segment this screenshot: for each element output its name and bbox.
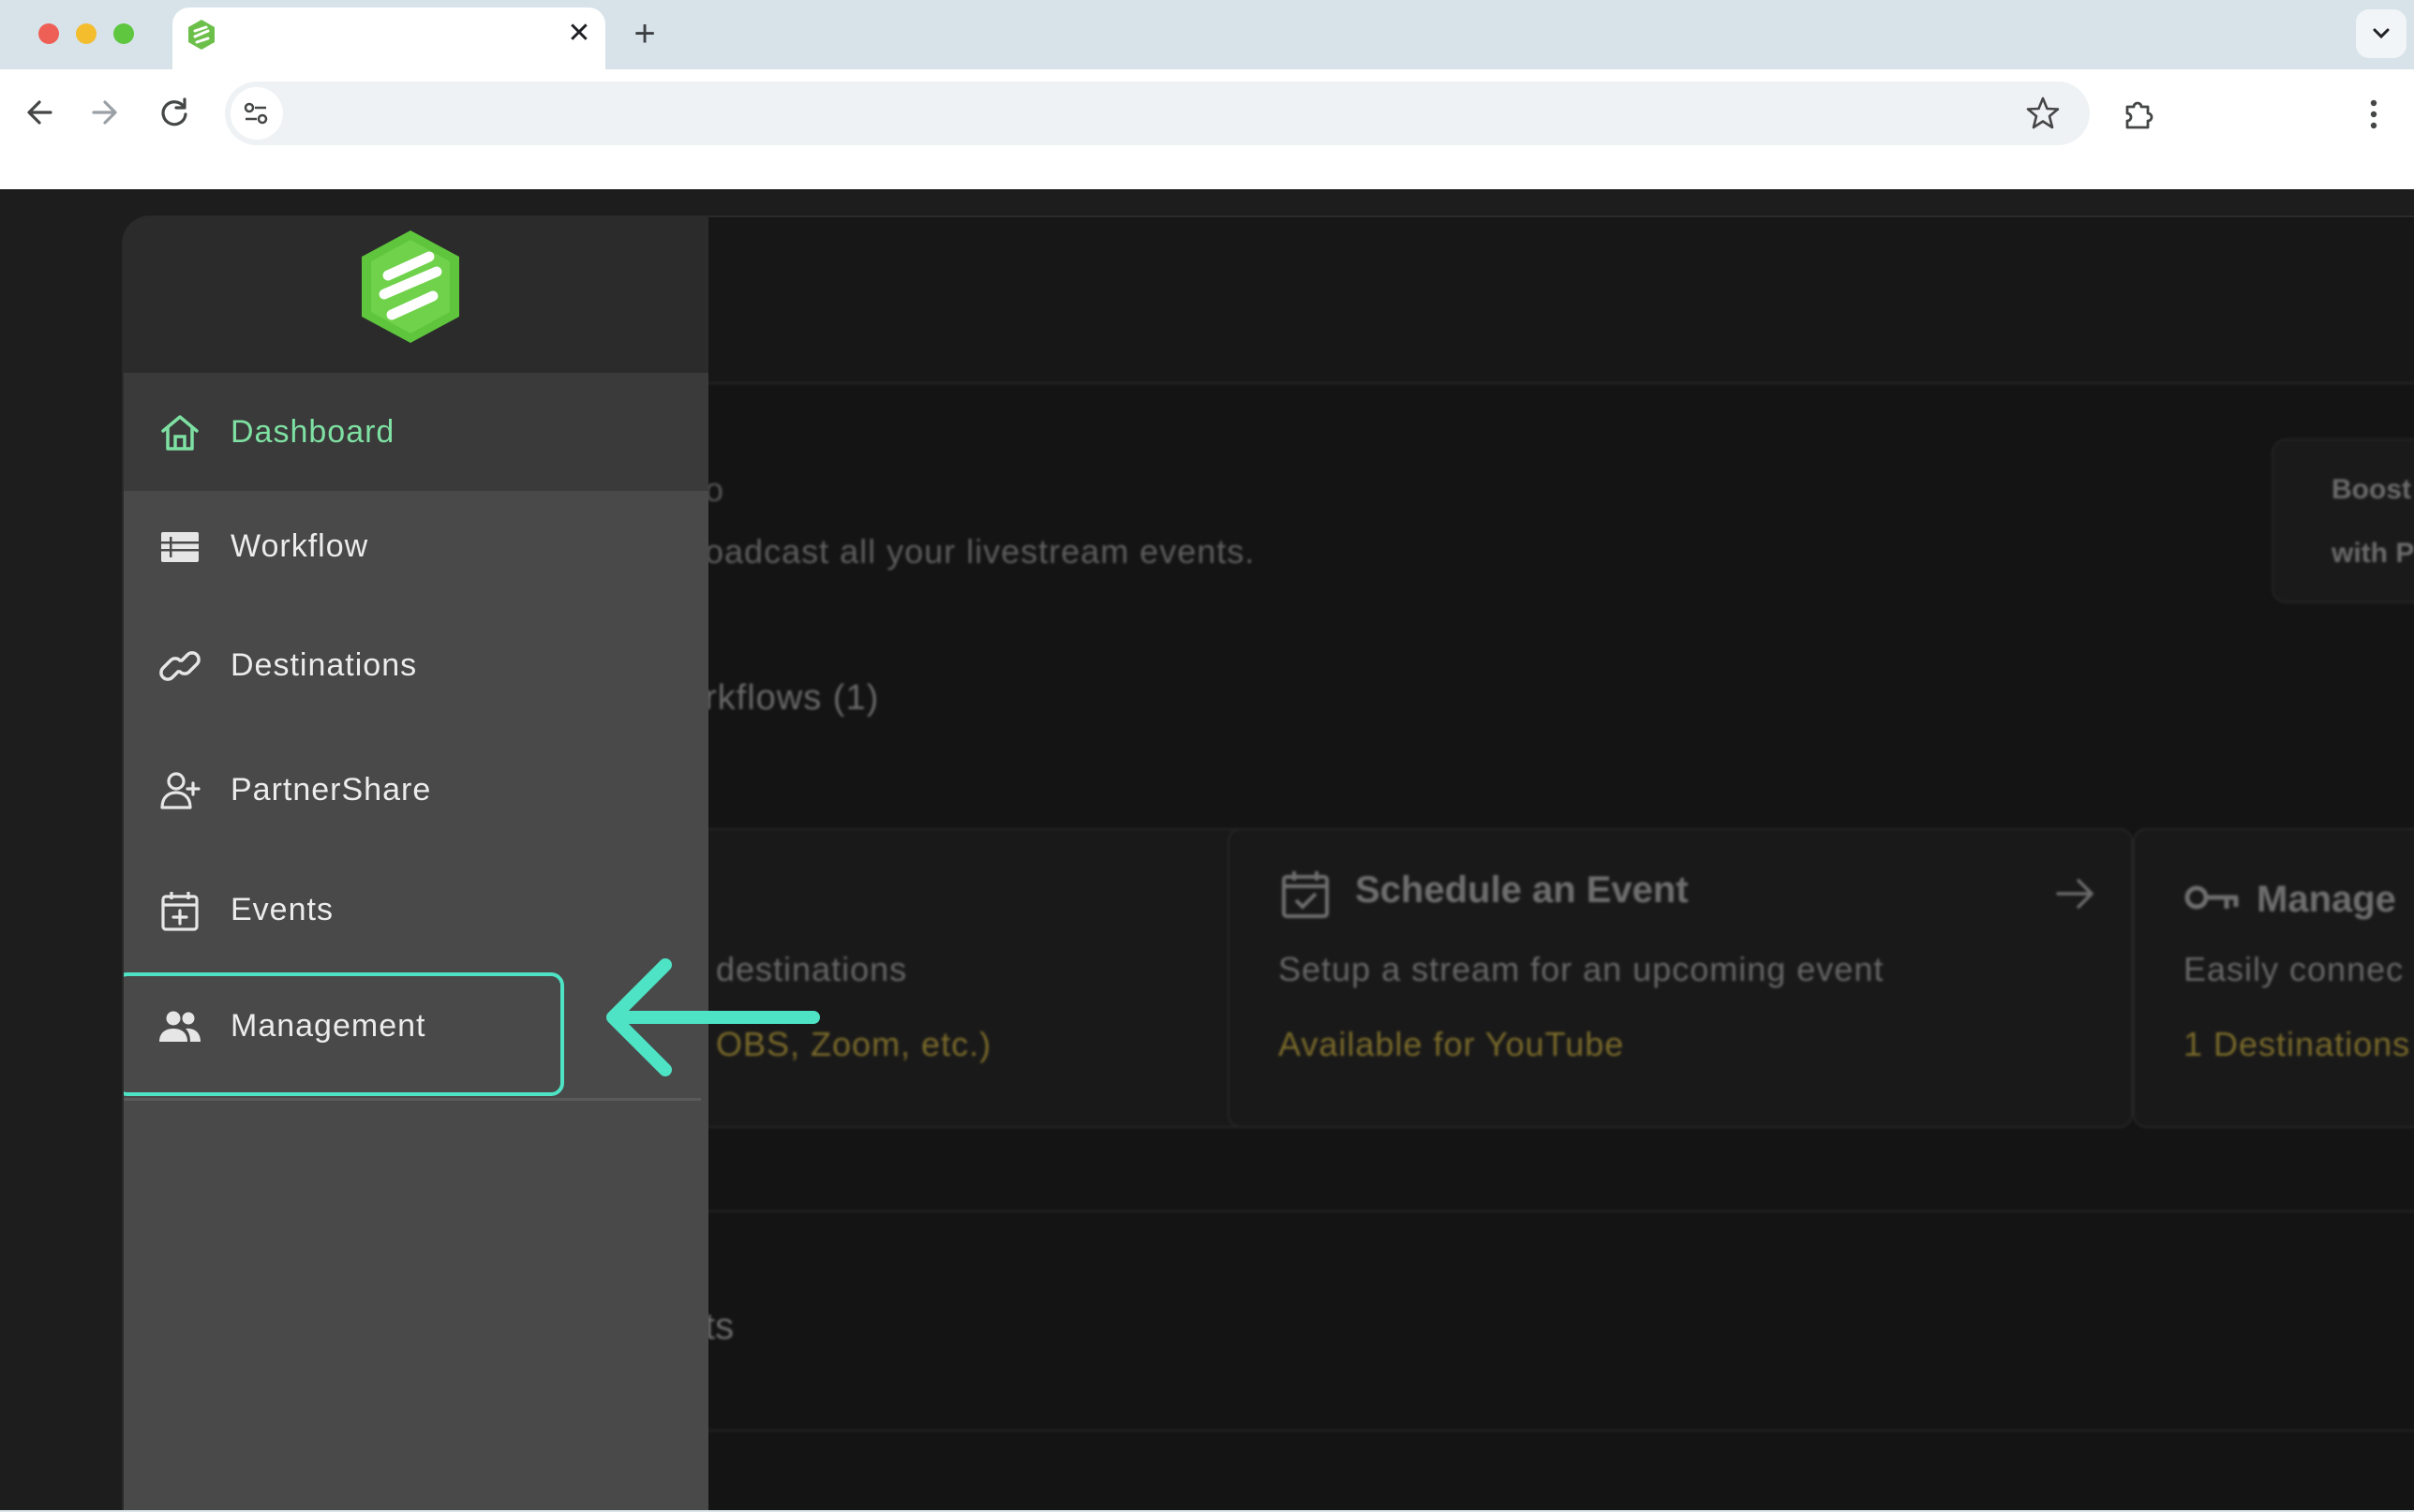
browser-tab[interactable]: ✕ — [172, 7, 605, 69]
card-link: Available for YouTube — [1278, 1025, 1625, 1063]
sidebar-item-label: Destinations — [231, 647, 418, 683]
browser-tab-bar: ✕ + — [0, 0, 2414, 69]
close-window-button[interactable] — [38, 23, 59, 44]
sidebar-divider — [124, 1098, 701, 1101]
bookmark-star-icon[interactable] — [2024, 95, 2062, 132]
workflows-heading: rkflows (1) — [705, 678, 880, 718]
highlight-box — [124, 972, 564, 1096]
page-subtitle: oadcast all your livestream events. — [705, 532, 1256, 571]
tune-icon — [244, 102, 268, 125]
site-info-button[interactable] — [231, 87, 283, 140]
calendar-add-icon — [161, 892, 199, 931]
promo-line-2: with P — [2332, 538, 2414, 569]
close-tab-icon[interactable]: ✕ — [562, 17, 596, 51]
person-add-icon — [160, 772, 201, 809]
events-heading: ts — [705, 1306, 735, 1347]
forward-arrow-icon[interactable] — [81, 88, 129, 137]
home-icon — [161, 415, 199, 451]
card-description: Setup a stream for an upcoming event — [1278, 950, 1885, 988]
sidebar-item-events[interactable]: Events — [124, 860, 708, 963]
card-title: Schedule an Event — [1355, 869, 1689, 911]
calendar-check-icon — [1282, 871, 1329, 918]
promo-line-1: Boost — [2332, 474, 2411, 505]
sidebar-item-destinations[interactable]: Destinations — [124, 615, 708, 719]
manage-keys-card[interactable]: Manage Easily connec 1 Destinations — [2133, 828, 2414, 1128]
logo-area — [124, 217, 708, 373]
card-title: Manage — [2257, 879, 2396, 920]
new-tab-button[interactable]: + — [626, 15, 663, 52]
sidebar-item-label: PartnerShare — [231, 772, 432, 808]
back-arrow-icon[interactable] — [15, 88, 64, 137]
key-icon — [2184, 885, 2239, 910]
app-frame: o oadcast all your livestream events. rk… — [122, 215, 2414, 1510]
more-menu-icon[interactable] — [2360, 96, 2388, 133]
page-viewport: o oadcast all your livestream events. rk… — [0, 189, 2414, 1510]
link-icon — [159, 651, 201, 681]
browser-toolbar — [0, 69, 2414, 157]
site-favicon-icon — [188, 20, 215, 50]
pointer-arrow-icon — [606, 958, 820, 1076]
card-description: Easily connec — [2183, 950, 2405, 988]
app-logo[interactable] — [356, 227, 465, 347]
sidebar-item-label: Dashboard — [231, 414, 395, 450]
sidebar-item-dashboard[interactable]: Dashboard — [124, 382, 708, 485]
sidebar-item-label: Events — [231, 892, 334, 927]
list-icon — [161, 532, 199, 562]
address-bar[interactable] — [225, 82, 2090, 145]
minimize-window-button[interactable] — [76, 23, 97, 44]
sidebar: Dashboard Workflow Destinations PartnerS… — [124, 217, 708, 1510]
tab-search-button[interactable] — [2356, 9, 2407, 58]
sidebar-item-partnershare[interactable]: PartnerShare — [124, 740, 708, 843]
extensions-puzzle-icon[interactable] — [2120, 96, 2157, 133]
maximize-window-button[interactable] — [113, 23, 134, 44]
toolbar-bottom-strip — [0, 157, 2414, 189]
sidebar-item-label: Workflow — [231, 528, 369, 564]
card-link: 1 Destinations — [2183, 1025, 2411, 1063]
sidebar-item-workflow[interactable]: Workflow — [124, 497, 708, 600]
arrow-right-icon — [2056, 879, 2094, 909]
promo-card[interactable]: Boost with P — [2272, 438, 2414, 603]
chevron-down-icon — [2373, 28, 2390, 39]
reload-icon[interactable] — [150, 88, 199, 137]
schedule-event-card[interactable]: Schedule an Event Setup a stream for an … — [1228, 828, 2133, 1128]
